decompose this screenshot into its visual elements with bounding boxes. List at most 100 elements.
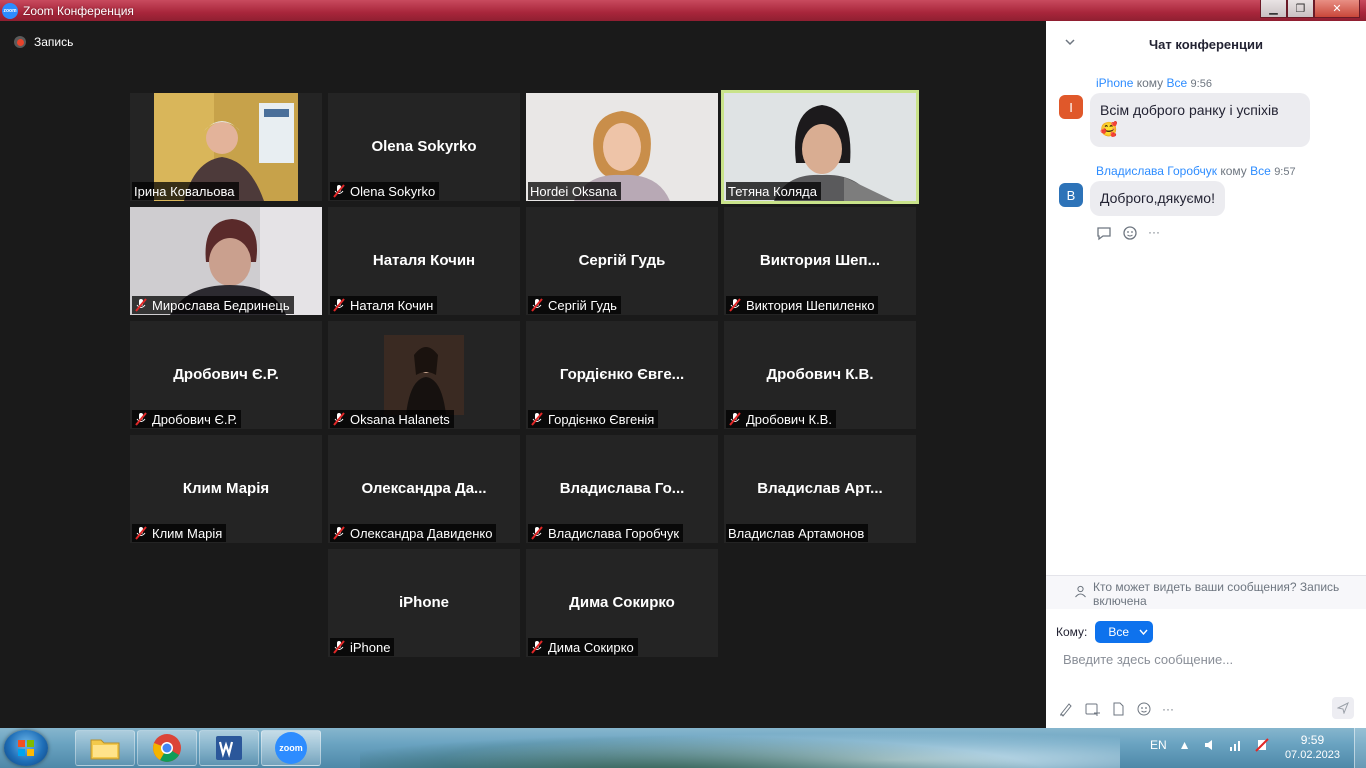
system-clock[interactable]: 9:59 07.02.2023 [1285,733,1340,763]
taskbar-chrome[interactable] [137,730,197,766]
volume-icon[interactable] [1203,738,1217,752]
recipient: Все [1166,76,1188,90]
language-indicator[interactable]: EN [1150,738,1167,752]
participant-tile[interactable]: Клим Марія Клим Марія [130,435,322,543]
muted-mic-icon [135,298,147,312]
participant-name: Oksana Halanets [330,410,454,428]
chat-panel: Чат конференции iPhone кому Все 9:56 I В… [1046,21,1366,728]
more-options-icon[interactable]: ··· [1162,702,1174,716]
notice-text: Кто может видеть ваши сообщения? Запись … [1093,580,1340,608]
message-meta: iPhone кому Все 9:56 [1096,76,1212,90]
participant-display-name: Владислава Го... [559,480,685,497]
emoji: 🥰 [1100,121,1118,137]
visibility-notice[interactable]: Кто может видеть ваши сообщения? Запись … [1046,575,1366,609]
send-icon [1337,702,1349,714]
participant-tile[interactable]: Дробович Є.Р. Дробович Є.Р. [130,321,322,429]
participant-tile[interactable]: Olena Sokyrko Olena Sokyrko [328,93,520,201]
format-icon[interactable] [1058,701,1074,717]
maximize-button[interactable]: ❐ [1287,0,1314,18]
participant-tile[interactable]: Владислава Го... Владислава Горобчук [526,435,718,543]
muted-mic-icon [531,412,543,426]
minimize-button[interactable]: ▁ [1260,0,1287,18]
participant-display-name: Виктория Шеп... [759,252,881,269]
participant-name: Дима Сокирко [528,638,638,656]
recipient-dropdown[interactable]: Все [1095,621,1154,643]
gallery-view: Запись Ірина Ковальова Olena Sokyrko Ole… [0,21,1046,728]
participant-name: Наталя Кочин [330,296,438,314]
profile-photo [384,335,464,415]
participant-display-name: iPhone [398,594,449,611]
participant-name: Сергій Гудь [528,296,621,314]
participant-display-name: Клим Марія [182,480,270,497]
taskbar-word[interactable] [199,730,259,766]
message-meta: Владислава Горобчук кому Все 9:57 [1096,164,1296,178]
chrome-icon [153,734,181,762]
participant-tile[interactable]: Мирослава Бедринець [130,207,322,315]
network-icon[interactable] [1229,738,1243,752]
reply-icon[interactable] [1096,225,1112,241]
clock-date: 07.02.2023 [1284,749,1340,761]
participant-tile[interactable]: Oksana Halanets [328,321,520,429]
participant-tile[interactable]: Дима Сокирко Дима Сокирко [526,549,718,657]
participant-tile[interactable]: Олександра Да... Олександра Давиденко [328,435,520,543]
message-time: 9:56 [1190,78,1212,90]
participant-tile[interactable]: Hordei Oksana [526,93,718,201]
sender-name[interactable]: Владислава Горобчук [1096,164,1217,178]
participant-name: Olena Sokyrko [330,182,440,200]
show-hidden-icons[interactable]: ▲ [1179,738,1191,752]
participant-name: Мирослава Бедринець [132,296,294,314]
action-center-icon[interactable] [1254,738,1269,752]
record-icon [14,36,26,48]
participant-name: Владислав Артамонов [726,524,869,542]
participant-tile[interactable]: Гордієнко Євге... Гордієнко Євгенія [526,321,718,429]
chat-title: Чат конференции [1149,36,1263,52]
participant-tile[interactable]: Дробович К.В. Дробович К.В. [724,321,916,429]
message-actions: ··· [1096,225,1160,241]
send-button[interactable] [1332,697,1354,719]
sender-name[interactable]: iPhone [1096,76,1133,90]
file-icon[interactable] [1110,701,1126,717]
message-input[interactable]: Введите здесь сообщение... [1063,652,1233,667]
zoom-app-icon: zoom [2,2,18,19]
message-text: Всім доброго ранку і успіхів [1100,102,1279,118]
start-button[interactable] [4,730,48,766]
folder-icon [90,739,120,760]
windows-taskbar: zoom EN ▲ 9:59 07.02.2023 [0,728,1366,768]
participant-tile[interactable]: Сергій Гудь Сергій Гудь [526,207,718,315]
window-controls: ▁ ❐ ✕ [1260,0,1360,18]
word-icon [216,736,242,760]
emoji-icon[interactable] [1136,701,1152,717]
muted-mic-icon [729,412,741,426]
close-button[interactable]: ✕ [1314,0,1360,18]
recording-indicator[interactable]: Запись [14,35,73,49]
participant-tile[interactable]: Наталя Кочин Наталя Кочин [328,207,520,315]
show-desktop-button[interactable] [1354,728,1366,768]
taskbar-zoom[interactable]: zoom [261,730,321,766]
muted-mic-icon [333,412,345,426]
participant-tile[interactable]: Виктория Шеп... Виктория Шепиленко [724,207,916,315]
taskbar-explorer[interactable] [75,730,135,766]
participant-name: Ірина Ковальова [132,182,239,200]
muted-mic-icon [333,298,345,312]
muted-mic-icon [531,640,543,654]
participant-name: Гордієнко Євгенія [528,410,659,428]
message-bubble[interactable]: Всім доброго ранку і успіхів 🥰 [1090,93,1310,147]
chevron-down-icon[interactable] [1064,36,1076,48]
clock-time: 9:59 [1300,733,1325,747]
add-reaction-icon[interactable] [1122,225,1138,241]
participant-display-name: Olena Sokyrko [371,138,477,155]
participant-tile[interactable]: Ірина Ковальова [130,93,322,201]
participant-tile[interactable]: Владислав Арт... Владислав Артамонов [724,435,916,543]
recording-label: Запись [34,35,74,49]
more-options-icon[interactable]: ··· [1148,225,1160,241]
muted-mic-icon [135,412,147,426]
screenshot-icon[interactable] [1084,701,1100,717]
participant-tile-active-speaker[interactable]: Тетяна Коляда [721,90,919,204]
to-label: Кому: [1056,625,1088,639]
recipient-value: Все [1108,625,1130,639]
muted-mic-icon [135,526,147,540]
participant-tile[interactable]: iPhone iPhone [328,549,520,657]
participant-name: Дробович К.В. [726,410,836,428]
message-bubble[interactable]: Доброго,дякуємо! [1090,181,1225,216]
message-time: 9:57 [1274,166,1296,178]
